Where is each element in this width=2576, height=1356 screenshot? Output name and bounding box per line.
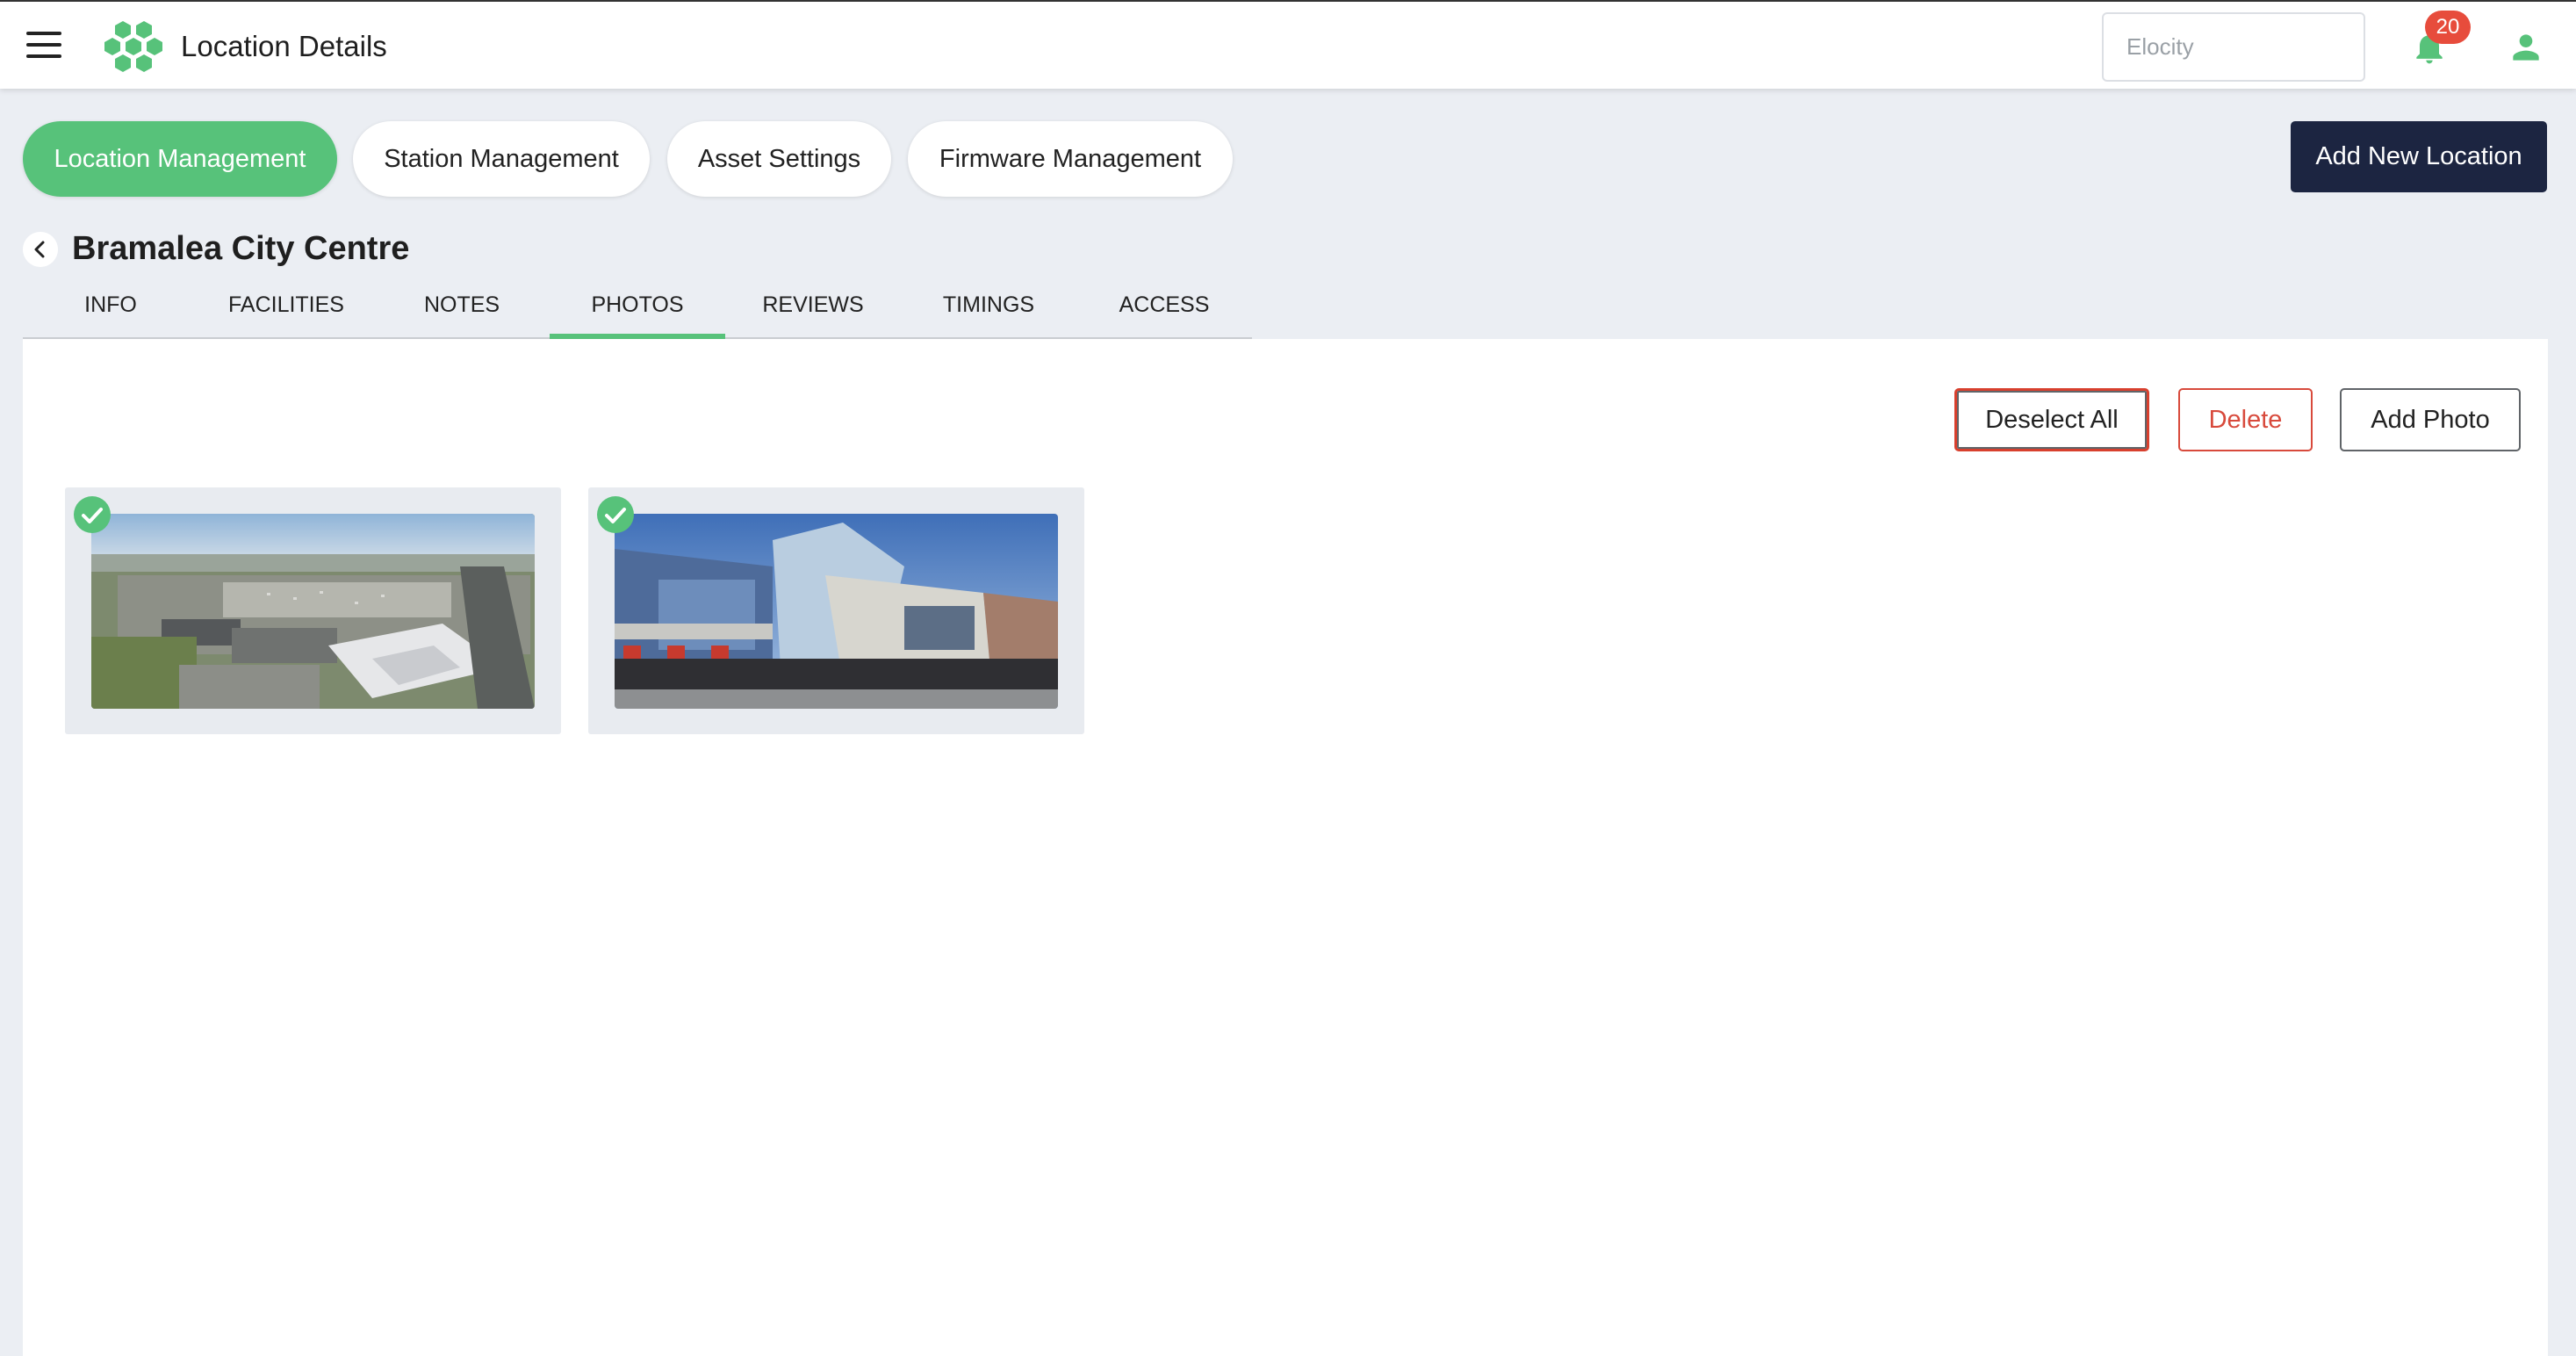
tab-info[interactable]: INFO: [23, 274, 198, 339]
notification-count-badge: 20: [2425, 11, 2471, 44]
page-header-title: Location Details: [181, 30, 387, 62]
tab-photos[interactable]: PHOTOS: [550, 274, 725, 339]
check-circle-icon[interactable]: [597, 496, 634, 533]
user-icon[interactable]: [2507, 28, 2545, 67]
top-bar: Location Details 20: [0, 0, 2576, 89]
menu-icon[interactable]: [26, 32, 61, 61]
photo-card[interactable]: [65, 487, 561, 734]
tab-asset-settings[interactable]: Asset Settings: [667, 121, 891, 197]
tab-station-management[interactable]: Station Management: [353, 121, 650, 197]
add-photo-button[interactable]: Add Photo: [2340, 388, 2521, 451]
tab-timings[interactable]: TIMINGS: [901, 274, 1076, 339]
hexagon-logo-icon: [104, 21, 162, 72]
tab-location-management[interactable]: Location Management: [23, 121, 337, 197]
mall-entrance-photo: [615, 514, 1058, 709]
tab-reviews[interactable]: REVIEWS: [725, 274, 901, 339]
chevron-left-icon[interactable]: [23, 232, 58, 267]
location-name-title: Bramalea City Centre: [72, 230, 410, 267]
tab-firmware-management[interactable]: Firmware Management: [908, 121, 1233, 197]
photo-card[interactable]: [588, 487, 1084, 734]
tab-notes[interactable]: NOTES: [374, 274, 550, 339]
check-circle-icon[interactable]: [74, 496, 111, 533]
tab-access[interactable]: ACCESS: [1076, 274, 1252, 339]
tab-facilities[interactable]: FACILITIES: [198, 274, 374, 339]
organization-search-input[interactable]: [2102, 12, 2365, 82]
delete-button[interactable]: Delete: [2178, 388, 2313, 451]
location-detail-tabs: INFO FACILITIES NOTES PHOTOS REVIEWS TIM…: [23, 274, 1252, 339]
deselect-all-button[interactable]: Deselect All: [1954, 388, 2149, 451]
aerial-mall-photo: [91, 514, 535, 709]
add-new-location-button[interactable]: Add New Location: [2291, 121, 2547, 192]
